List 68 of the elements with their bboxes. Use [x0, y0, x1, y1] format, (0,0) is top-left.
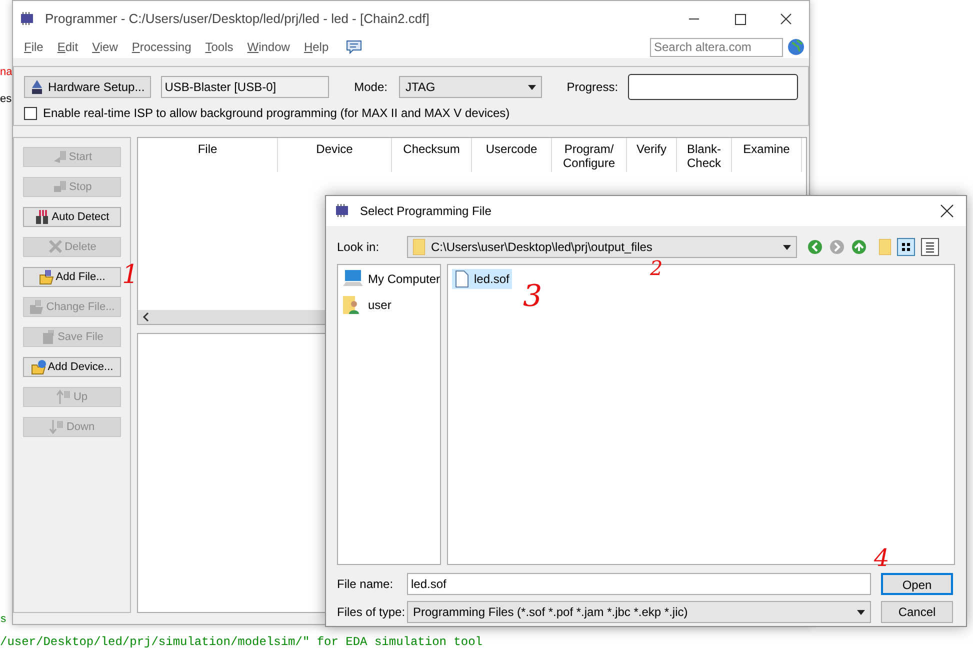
cancel-button[interactable]: Cancel [881, 601, 953, 623]
file-item[interactable]: led.sof [452, 269, 512, 289]
dialog-title: Select Programming File [360, 203, 492, 220]
menu-item[interactable]: Tools [198, 38, 240, 56]
column-header[interactable]: Usercode [472, 138, 552, 172]
folder-icon [38, 269, 54, 285]
handwritten-number: 3 [523, 282, 542, 312]
menu-item[interactable]: Processing [124, 38, 198, 56]
column-header[interactable]: Blank- Check [677, 138, 732, 172]
mode-dropdown[interactable]: JTAG [399, 76, 542, 98]
column-header[interactable]: Device [278, 138, 392, 172]
hardware-field: USB-Blaster [USB-0] [160, 76, 330, 98]
window-title: Programmer - C:/Users/user/Desktop/led/prj/led - led - [Chain2.cdf] [45, 10, 430, 28]
menu-item[interactable]: Window [240, 38, 297, 56]
background-text: na [0, 65, 12, 80]
progress-label: Progress: [566, 79, 618, 96]
dropdown-arrow-icon [857, 610, 865, 614]
checkbox[interactable] [24, 106, 37, 120]
checkbox-label: Enable real-time ISP to allow background programming (for MAX II and MAX V devices) [43, 105, 510, 122]
action-button[interactable]: Add File... [23, 267, 121, 287]
close-icon[interactable] [940, 204, 954, 218]
hardware-setup-button[interactable]: Hardware Setup... [24, 76, 151, 98]
look-in-label: Look in: [337, 239, 380, 256]
background-text: es [0, 92, 12, 107]
file-name-label: File name: [337, 576, 394, 593]
chat-icon[interactable] [346, 40, 362, 54]
menu-item[interactable]: View [85, 38, 125, 56]
folder-icon [29, 299, 44, 315]
column-header[interactable]: Program/ Configure [552, 138, 627, 172]
menu-item[interactable]: Help [296, 38, 336, 56]
back-icon[interactable] [807, 239, 823, 255]
background-text: s [0, 613, 7, 628]
down-arrow-icon [49, 419, 64, 435]
hardware-icon [30, 79, 44, 95]
open-button[interactable]: Open [881, 573, 953, 595]
dropdown-arrow-icon [783, 244, 791, 250]
column-header[interactable]: Examine [732, 138, 802, 172]
column-header[interactable]: File [138, 138, 278, 172]
up-icon[interactable] [851, 239, 867, 255]
action-button[interactable]: Auto Detect [23, 207, 121, 227]
place-item[interactable]: user [368, 296, 392, 314]
search-field[interactable]: Search altera.com [650, 38, 783, 56]
action-button[interactable]: Add Device... [23, 357, 121, 377]
cross-icon [48, 239, 63, 255]
look-in-dropdown[interactable]: C:\Users\user\Desktop\led\prj\output_files [407, 236, 797, 258]
folder-icon [30, 359, 46, 375]
menu-item[interactable]: Edit [50, 38, 86, 56]
globe-icon[interactable] [787, 38, 805, 56]
console-line: /user/Desktop/led/prj/simulation/modelsim/" for EDA simulation tool [0, 634, 482, 651]
scroll-left-icon[interactable] [142, 312, 150, 322]
file-name-field[interactable]: led.sof [407, 573, 871, 595]
list-view-icon[interactable] [921, 238, 939, 256]
file-icon [455, 270, 469, 288]
dropdown-arrow-icon [528, 84, 536, 90]
place-item[interactable]: My Computer [368, 270, 440, 288]
computer-icon [342, 269, 364, 289]
handwritten-number: 4 [874, 546, 890, 570]
column-header[interactable]: Checksum [392, 138, 472, 172]
icon-view-icon[interactable] [897, 238, 915, 256]
handwritten-number: 1 [122, 262, 139, 288]
folder-icon [413, 239, 425, 255]
handwritten-number: 2 [650, 258, 663, 278]
up-arrow-icon [56, 389, 72, 405]
column-header[interactable]: Verify [627, 138, 677, 172]
menu-item[interactable]: File [17, 38, 50, 56]
file-type-label: Files of type: [337, 604, 406, 621]
file-type-dropdown[interactable]: Programming Files (*.sof *.pof *.jam *.jbc *.ekp *.jic) [407, 601, 871, 623]
mode-label: Mode: [354, 79, 388, 96]
